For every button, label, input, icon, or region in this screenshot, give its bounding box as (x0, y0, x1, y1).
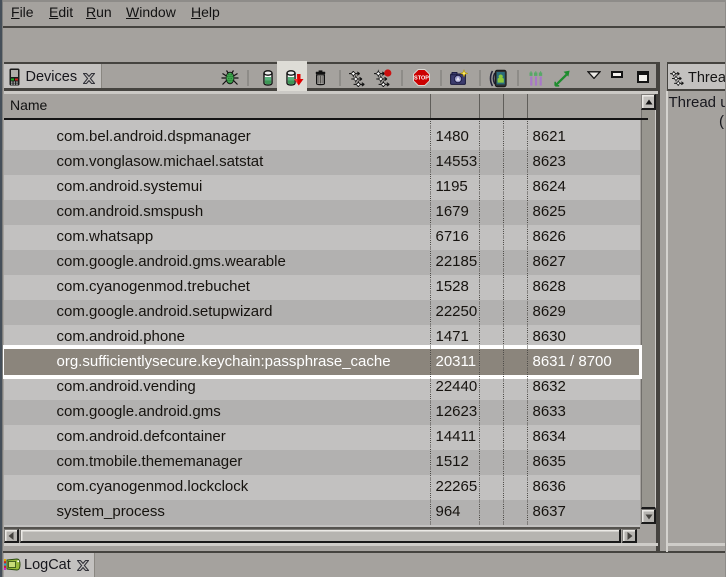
svg-text:STOP: STOP (414, 76, 429, 82)
